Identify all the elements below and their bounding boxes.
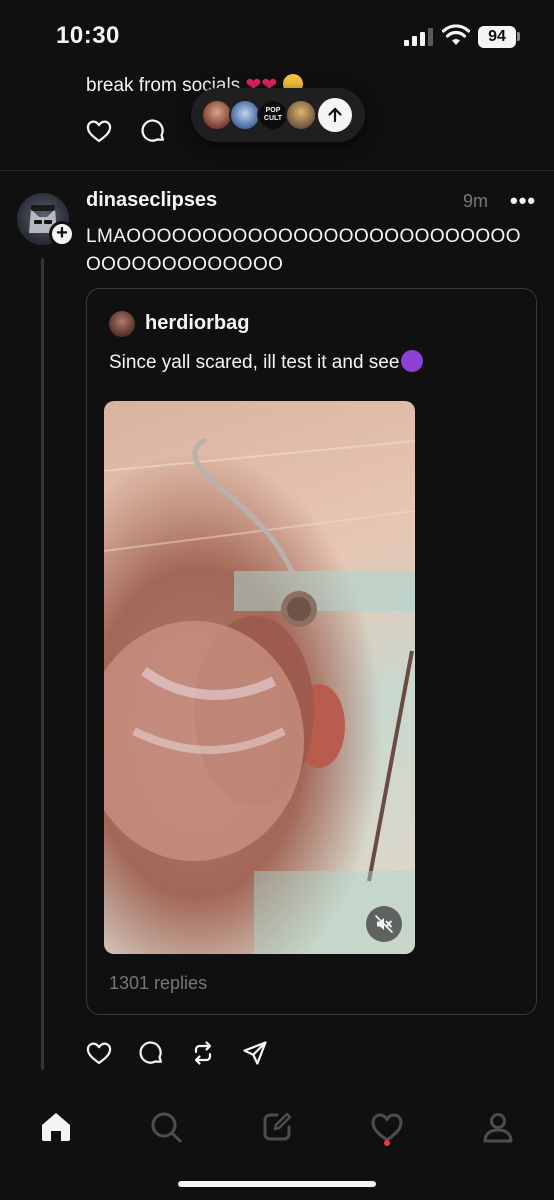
quoted-post-card[interactable]: herdiorbag Since yall scared, ill test i… [86,288,537,1015]
like-button[interactable] [84,116,114,146]
follow-plus-button[interactable]: + [49,221,75,247]
like-button[interactable] [84,1038,114,1068]
quoted-username[interactable]: herdiorbag [145,312,249,335]
post-text: LMAOOOOOOOOOOOOOOOOOOOOOOOOOOOOOOOOOOOOO… [86,226,521,275]
post-divider [0,170,554,171]
tab-activity[interactable] [359,1099,415,1155]
quoted-post-text: Since yall scared, ill test it and see [109,350,424,374]
heart-icon [86,1042,112,1065]
video-thumbnail[interactable] [104,401,415,954]
wifi-icon [442,24,470,45]
scroll-to-top-button[interactable] [318,98,352,132]
post-timestamp: 9m [463,191,489,211]
new-posts-pill[interactable]: POP CULT [191,88,365,142]
more-options-button[interactable]: ••• [510,188,536,214]
repost-icon [194,1041,212,1065]
tab-compose[interactable] [249,1099,305,1155]
reply-button[interactable] [138,116,168,146]
repost-button[interactable] [188,1038,218,1068]
shower-scene-image [104,438,415,954]
share-button[interactable] [240,1038,270,1068]
status-time: 10:30 [56,22,120,49]
home-indicator [178,1181,376,1187]
tab-home[interactable] [28,1099,84,1155]
compose-icon [263,1112,292,1141]
pill-avatar-4 [285,99,317,131]
post-username[interactable]: dinaseclipses [86,189,217,212]
comment-icon [141,119,165,142]
speaker-muted-icon [375,915,393,933]
pill-badge-text: POP CULT [263,107,283,122]
previous-post-actions [84,116,168,146]
home-icon [42,1113,70,1141]
arrow-up-icon [328,107,342,123]
post-actions [84,1038,270,1068]
devil-emoji-icon [401,350,424,372]
comment-icon [139,1041,163,1064]
battery-indicator: 94 [478,26,516,48]
quoted-replies-count[interactable]: 1301 replies [109,973,207,994]
notification-dot [384,1140,390,1146]
mute-toggle-button[interactable] [366,906,402,942]
status-bar: 10:30 94 [0,0,554,72]
send-icon [243,1041,267,1065]
thread-line [41,258,44,1070]
heart-icon [86,120,112,143]
battery-nub [517,32,520,41]
quoted-avatar[interactable] [109,311,135,337]
cellular-signal-icon [404,28,433,46]
tab-profile[interactable] [470,1099,526,1155]
profile-icon [483,1113,513,1143]
tab-search[interactable] [138,1099,194,1155]
search-icon [151,1112,182,1143]
reply-button[interactable] [136,1038,166,1068]
